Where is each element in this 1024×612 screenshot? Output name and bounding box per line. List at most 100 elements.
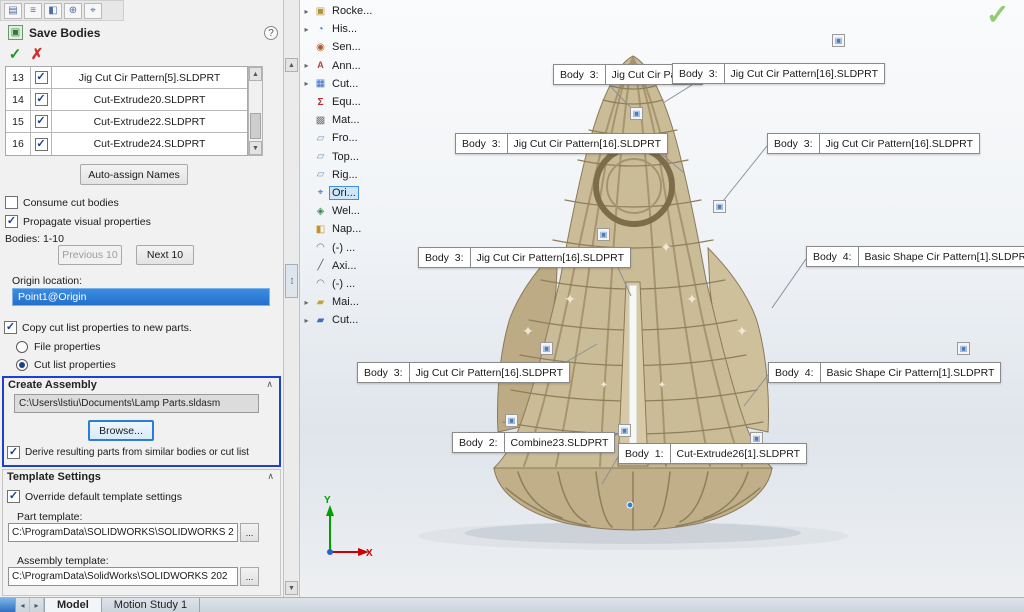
tree-item-folder[interactable]: ▸▰Cut... — [302, 311, 398, 329]
auto-assign-names-button[interactable]: Auto-assign Names — [80, 164, 188, 185]
origin-location-input[interactable]: Point1@Origin — [12, 288, 270, 306]
row-checkbox[interactable]: ✓ — [31, 67, 52, 88]
table-row[interactable]: 13 ✓ Jig Cut Cir Pattern[5].SLDPRT — [6, 67, 247, 89]
radio[interactable] — [16, 341, 28, 353]
model-canvas[interactable]: ✦ ✦ ✦ ✦ ✦ ✦ ✦ ✦ — [300, 0, 1024, 597]
file-properties-radio[interactable]: File properties — [16, 341, 101, 353]
tree-item-history[interactable]: ▸◔His... — [302, 20, 398, 38]
tree-item-annotations[interactable]: ▸AAnn... — [302, 57, 398, 75]
body-callout[interactable]: Body 3: Jig Cut Cir Pattern[16].SLDPRT — [672, 63, 885, 84]
assembly-template-field[interactable]: C:\ProgramData\SolidWorks\SOLIDWORKS 202 — [8, 567, 238, 586]
checkbox[interactable]: ✓ — [7, 446, 20, 459]
propagate-visual-option[interactable]: ✓ Propagate visual properties — [5, 215, 151, 228]
override-template-option[interactable]: ✓ Override default template settings — [7, 490, 182, 503]
table-row[interactable]: 14 ✓ Cut-Extrude20.SLDPRT — [6, 89, 247, 111]
derive-parts-option[interactable]: ✓ Derive resulting parts from similar bo… — [7, 446, 249, 459]
pane-splitter-button[interactable] — [0, 598, 16, 612]
row-filename[interactable]: Cut-Extrude20.SLDPRT — [52, 89, 247, 110]
scroll-down-icon[interactable]: ▼ — [249, 141, 262, 155]
display-tab-icon[interactable]: ◧ — [44, 3, 62, 19]
checkbox[interactable]: ✓ — [7, 490, 20, 503]
tree-item-axis[interactable]: ╱Axi... — [302, 257, 398, 275]
ok-button[interactable]: ✓ — [6, 45, 24, 63]
assembly-path-field[interactable]: C:\Users\lstiu\Documents\Lamp Parts.slda… — [14, 394, 259, 413]
model-origin-point[interactable] — [627, 502, 633, 508]
body-callout[interactable]: Body 3: Jig Cut Cir Pattern[16].SLDPRT — [767, 133, 980, 154]
tab-motion-study[interactable]: Motion Study 1 — [102, 598, 200, 612]
expand-arrow-icon[interactable]: ▸ — [302, 298, 311, 307]
tree-item-root[interactable]: ▸▣Rocke... — [302, 2, 398, 20]
part-template-field[interactable]: C:\ProgramData\SOLIDWORKS\SOLIDWORKS 2 — [8, 523, 238, 542]
tab-model[interactable]: Model — [44, 598, 102, 612]
row-filename[interactable]: Jig Cut Cir Pattern[5].SLDPRT — [52, 67, 247, 88]
tree-item-origin[interactable]: ⌖Ori... — [302, 184, 398, 202]
row-checkbox[interactable]: ✓ — [31, 111, 52, 132]
body-callout[interactable]: Body 3: Jig Cut Cir Pattern[16].SLDPRT — [455, 133, 668, 154]
expand-arrow-icon[interactable]: ▸ — [302, 316, 311, 325]
tab-scroll-right-icon[interactable]: ▸ — [30, 598, 44, 612]
checkbox[interactable]: ✓ — [5, 215, 18, 228]
cutlist-properties-radio[interactable]: Cut list properties — [16, 359, 116, 371]
assembly-template-browse-button[interactable]: ... — [240, 567, 259, 586]
tree-item-equations[interactable]: ΣEqu... — [302, 93, 398, 111]
tab-scroll-left-icon[interactable]: ◂ — [16, 598, 30, 612]
body-callout[interactable]: Body 3: Jig Cut Cir Pattern[16].SLDPRT — [418, 247, 631, 268]
tree-item-weldment[interactable]: ◈Wel... — [302, 202, 398, 220]
tree-item-top-plane[interactable]: ▱Top... — [302, 148, 398, 166]
scroll-up-icon[interactable]: ▲ — [249, 67, 262, 81]
checkbox[interactable] — [5, 196, 18, 209]
row-checkbox[interactable]: ✓ — [31, 133, 52, 155]
help-icon[interactable]: ? — [264, 26, 278, 40]
expand-arrow-icon[interactable]: ▸ — [302, 7, 311, 16]
tree-item-feature[interactable]: ◧Nap... — [302, 220, 398, 238]
cancel-button[interactable]: ✗ — [28, 45, 46, 63]
graphics-viewport[interactable]: ✦ ✦ ✦ ✦ ✦ ✦ ✦ ✦ — [300, 0, 1024, 597]
panel-splitter-handle[interactable]: ⁞⁞ — [285, 264, 298, 298]
tree-item-folder[interactable]: ▸▰Mai... — [302, 293, 398, 311]
part-template-browse-button[interactable]: ... — [240, 523, 259, 542]
feature-tree-tab-icon[interactable]: ≡ — [24, 3, 42, 19]
radio[interactable] — [16, 359, 28, 371]
table-row[interactable]: 15 ✓ Cut-Extrude22.SLDPRT — [6, 111, 247, 133]
collapse-chevron-icon[interactable]: ∧ — [266, 379, 273, 390]
body-marker-icon[interactable]: ▣ — [540, 342, 553, 355]
body-marker-icon[interactable]: ▣ — [630, 107, 643, 120]
body-callout[interactable]: Body 4: Basic Shape Cir Pattern[1].SLDPR… — [806, 246, 1024, 267]
tree-item-material[interactable]: ▩Mat... — [302, 111, 398, 129]
configuration-tab-icon[interactable]: ⊕ — [64, 3, 82, 19]
document-tab-icon[interactable]: ▤ — [4, 3, 22, 19]
panel-scroll-up-icon[interactable]: ▲ — [285, 58, 298, 72]
table-scrollbar[interactable]: ▲ ▼ — [248, 66, 263, 156]
row-filename[interactable]: Cut-Extrude22.SLDPRT — [52, 111, 247, 132]
tree-item-front-plane[interactable]: ▱Fro... — [302, 129, 398, 147]
body-marker-icon[interactable]: ▣ — [505, 414, 518, 427]
expand-arrow-icon[interactable]: ▸ — [302, 79, 311, 88]
body-marker-icon[interactable]: ▣ — [832, 34, 845, 47]
table-row[interactable]: 16 ✓ Cut-Extrude24.SLDPRT — [6, 133, 247, 155]
body-callout[interactable]: Body 3: Jig Cut Cir Pattern[16].SLDPRT — [357, 362, 570, 383]
body-marker-icon[interactable]: ▣ — [618, 424, 631, 437]
body-callout[interactable]: Body 1: Cut-Extrude26[1].SLDPRT — [618, 443, 807, 464]
expand-arrow-icon[interactable]: ▸ — [302, 25, 311, 34]
dimxpert-tab-icon[interactable]: ⌖ — [84, 3, 102, 19]
browse-button[interactable]: Browse... — [88, 420, 154, 441]
collapse-chevron-icon[interactable]: ∧ — [267, 471, 274, 482]
tree-item-right-plane[interactable]: ▱Rig... — [302, 166, 398, 184]
next-10-button[interactable]: Next 10 — [136, 245, 194, 265]
body-callout[interactable]: Body 4: Basic Shape Cir Pattern[1].SLDPR… — [768, 362, 1001, 383]
scroll-thumb[interactable] — [250, 113, 261, 139]
copy-cutlist-option[interactable]: ✓ Copy cut list properties to new parts. — [4, 321, 192, 334]
tree-item-sketch[interactable]: ◠(-) ... — [302, 275, 398, 293]
body-marker-icon[interactable]: ▣ — [597, 228, 610, 241]
previous-10-button[interactable]: Previous 10 — [58, 245, 122, 265]
checkbox[interactable]: ✓ — [4, 321, 17, 334]
tree-item-sensors[interactable]: ◉Sen... — [302, 38, 398, 56]
row-checkbox[interactable]: ✓ — [31, 89, 52, 110]
expand-arrow-icon[interactable]: ▸ — [302, 61, 311, 70]
body-marker-icon[interactable]: ▣ — [713, 200, 726, 213]
confirmation-check-icon[interactable]: ✓ — [986, 0, 1009, 31]
consume-cut-bodies-option[interactable]: Consume cut bodies — [5, 196, 119, 209]
body-marker-icon[interactable]: ▣ — [957, 342, 970, 355]
panel-scroll-down-icon[interactable]: ▼ — [285, 581, 298, 595]
tree-item-sketch[interactable]: ◠(-) ... — [302, 238, 398, 256]
